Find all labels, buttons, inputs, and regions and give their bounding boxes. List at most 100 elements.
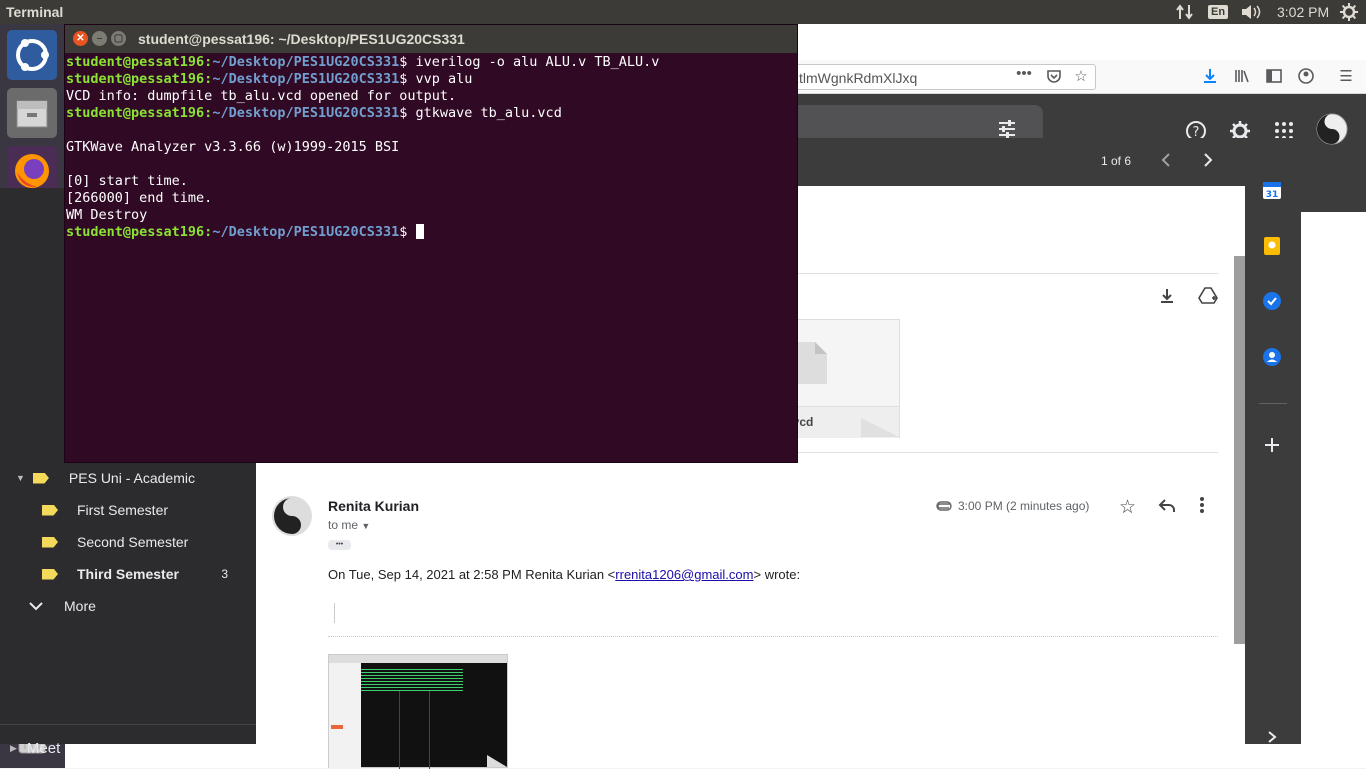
side-panel: 31 [1245, 138, 1301, 744]
calendar-icon[interactable]: 31 [1262, 180, 1282, 205]
close-button[interactable]: ✕ [73, 31, 88, 46]
terminal-window[interactable]: ✕ – ▢ student@pessat196: ~/Desktop/PES1U… [65, 25, 797, 462]
save-to-drive-icon[interactable] [1198, 287, 1218, 310]
output-text: [266000] end time. [66, 190, 213, 206]
label-item-third-semester[interactable]: Third Semester 3 [42, 560, 232, 588]
older-chevron-icon[interactable] [1198, 151, 1216, 174]
divider [328, 636, 1218, 637]
terminal-output-line: [0] start time. [66, 173, 796, 190]
minimize-button[interactable]: – [92, 31, 107, 46]
pagination-text: 1 of 6 [1101, 154, 1132, 168]
star-icon[interactable]: ☆ [1072, 68, 1090, 86]
prompt-user-host: student@pessat196 [66, 71, 205, 87]
terminal-prompt-line: student@pessat196:~/Desktop/PES1UG20CS33… [66, 71, 473, 87]
quote-suffix: > wrote: [753, 567, 801, 582]
gear-icon[interactable] [1340, 0, 1358, 24]
contacts-icon[interactable] [1262, 347, 1282, 372]
download-icon[interactable] [1201, 68, 1219, 86]
prompt-path: ~/Desktop/PES1UG20CS331 [212, 105, 400, 121]
keep-icon[interactable] [1262, 236, 1282, 261]
unread-count: 3 [221, 567, 228, 581]
expand-arrow-icon: ▶ [10, 742, 17, 753]
star-email-icon[interactable]: ☆ [1119, 496, 1136, 519]
terminal-output-line: VCD info: dumpfile tb_alu.vcd opened for… [66, 88, 796, 105]
top-panel: Terminal En 3:02 PM [0, 0, 1366, 24]
more-options-icon[interactable] [1199, 496, 1205, 519]
download-all-icon[interactable] [1158, 287, 1176, 310]
maximize-button[interactable]: ▢ [111, 31, 126, 46]
email-time: 3:00 PM (2 minutes ago) [936, 499, 1089, 513]
add-addon-icon[interactable] [1263, 436, 1281, 459]
files-icon[interactable] [7, 88, 57, 138]
prompt-command: vvp alu [407, 71, 473, 87]
volume-icon[interactable] [1240, 0, 1262, 24]
terminal-prompt-line: student@pessat196:~/Desktop/PES1UG20CS33… [66, 54, 660, 70]
terminal-output[interactable]: student@pessat196:~/Desktop/PES1UG20CS33… [66, 54, 796, 241]
meet-section[interactable]: ▶ Meet [10, 734, 60, 762]
quoted-header: On Tue, Sep 14, 2021 at 2:58 PM Renita K… [328, 567, 800, 582]
more-button[interactable]: More [28, 592, 96, 620]
divider [0, 724, 256, 725]
terminal-prompt-line: student@pessat196:~/Desktop/PES1UG20CS33… [66, 105, 562, 121]
page-actions-icon[interactable]: ••• [1015, 65, 1033, 83]
terminal-output-line: WM Destroy [66, 207, 796, 224]
sender-avatar [272, 496, 312, 541]
expand-chevron-icon[interactable]: ▼ [16, 473, 25, 483]
output-text: VCD info: dumpfile tb_alu.vcd opened for… [66, 88, 457, 104]
recipient-line[interactable]: to me ▼ [328, 518, 370, 532]
keyboard-layout-indicator[interactable]: En [1208, 0, 1229, 24]
active-app-name: Terminal [6, 4, 64, 20]
library-icon[interactable] [1233, 68, 1251, 86]
more-label: More [64, 598, 96, 614]
divider [1259, 403, 1287, 404]
meet-label: Meet [26, 739, 61, 757]
network-icon[interactable] [1176, 0, 1194, 24]
prompt-path: ~/Desktop/PES1UG20CS331 [212, 224, 400, 240]
ubuntu-dash-icon[interactable] [7, 30, 57, 80]
email-time-text: 3:00 PM (2 minutes ago) [958, 499, 1090, 513]
label-name: Second Semester [77, 534, 189, 550]
label-name: PES Uni - Academic [68, 470, 195, 486]
menu-icon[interactable]: ☰ [1337, 68, 1355, 86]
show-trimmed-button[interactable]: ••• [328, 540, 351, 550]
output-text: GTKWave Analyzer v3.3.66 (w)1999-2015 BS… [66, 139, 400, 155]
clock[interactable]: 3:02 PM [1277, 0, 1329, 24]
prompt-command: gtkwave tb_alu.vcd [407, 105, 562, 121]
screenshot-thumbnail[interactable] [328, 654, 508, 769]
terminal-titlebar[interactable]: ✕ – ▢ student@pessat196: ~/Desktop/PES1U… [65, 25, 797, 53]
pocket-icon[interactable] [1045, 68, 1063, 86]
label-tag-icon [42, 504, 58, 516]
account-icon[interactable] [1297, 68, 1315, 86]
tasks-icon[interactable] [1262, 291, 1282, 316]
svg-text:31: 31 [1266, 190, 1279, 200]
expand-panel-chevron-icon[interactable] [1265, 730, 1279, 749]
label-item-first-semester[interactable]: First Semester [42, 496, 168, 524]
quoted-email-link[interactable]: rrenita1206@gmail.com [615, 567, 753, 582]
terminal-output-line: GTKWave Analyzer v3.3.66 (w)1999-2015 BS… [66, 139, 796, 156]
sender-name: Renita Kurian [328, 498, 420, 514]
sidebar-icon[interactable] [1265, 68, 1283, 86]
label-name: Third Semester [77, 566, 179, 582]
reply-icon[interactable] [1158, 498, 1176, 519]
quote-prefix: On Tue, Sep 14, 2021 at 2:58 PM Renita K… [328, 567, 616, 582]
terminal-cursor [415, 224, 424, 239]
file-icon [793, 342, 827, 384]
label-tag-icon [42, 536, 58, 548]
output-text: [0] start time. [66, 173, 188, 189]
prompt-path: ~/Desktop/PES1UG20CS331 [212, 71, 400, 87]
prompt-command [407, 224, 415, 240]
prompt-user-host: student@pessat196 [66, 54, 205, 70]
prompt-path: ~/Desktop/PES1UG20CS331 [212, 54, 400, 70]
label-tag-icon [32, 472, 49, 484]
avatar[interactable] [1316, 113, 1348, 150]
label-item-pes-uni[interactable]: ▼ PES Uni - Academic [16, 464, 195, 492]
recipient-text: to me [328, 518, 359, 532]
prompt-user-host: student@pessat196 [66, 224, 205, 240]
newer-chevron-icon[interactable] [1158, 151, 1176, 174]
terminal-title: student@pessat196: ~/Desktop/PES1UG20CS3… [138, 31, 465, 47]
label-item-second-semester[interactable]: Second Semester [42, 528, 188, 556]
keyboard-layout-label: En [1208, 5, 1229, 19]
terminal-output-line: [266000] end time. [66, 190, 796, 207]
